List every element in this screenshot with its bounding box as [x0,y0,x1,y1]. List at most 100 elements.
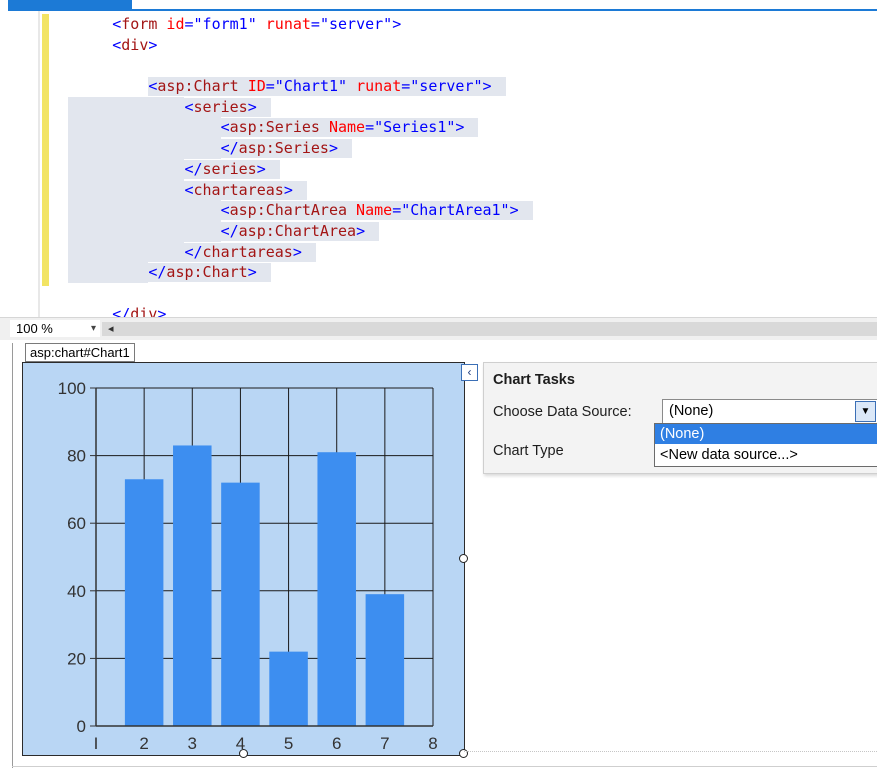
code-line[interactable]: <div> [0,35,877,56]
code-token: "Chart1" [274,77,348,96]
code-line[interactable]: <asp:Chart ID="Chart1" runat="server"> [0,76,877,97]
design-surface[interactable]: asp:chart#Chart1 I 2 3 4 5 6 7 8 0 20 40 60 80 100 ‹ … [0,340,877,773]
code-token: < [112,35,122,54]
selection-margin [68,117,221,139]
chevron-down-icon: ▼ [860,406,871,417]
horizontal-scrollbar[interactable]: ◂ [102,322,877,336]
zoom-value: 100 % [16,321,53,336]
code-line[interactable]: <asp:Series Name="Series1"> [0,117,877,139]
code-token: asp:ChartArea [238,221,357,240]
data-source-dropdown-list: (None) <New data source...> [654,423,877,467]
bar [365,594,405,726]
x-tick-label: 3 [188,734,197,753]
code-line[interactable]: <form id="form1" runat="server"> [0,14,877,35]
code-text: <chartareas> [184,180,307,200]
code-token: = [401,77,411,96]
option-none[interactable]: (None) [655,424,877,444]
control-tag[interactable]: asp:chart#Chart1 [25,343,135,362]
code-token: > [356,221,366,240]
code-line[interactable]: </chartareas> [0,241,877,263]
code-lines[interactable]: <form id="form1" runat="server"> <div> <as… [0,14,877,317]
zoom-bar: 100 % ▾ ◂ [0,317,877,340]
code-token: Name [347,201,393,220]
resize-handle-bottom[interactable] [239,749,248,758]
document-tab[interactable] [8,0,132,9]
code-token: asp:Series [238,139,329,158]
code-token: </ [220,139,239,158]
code-line[interactable]: </asp:ChartArea> [0,220,877,242]
bar [173,445,212,726]
code-text: </div> [112,305,180,317]
y-tick-label: 80 [67,447,86,466]
code-token: > [509,201,519,220]
code-token: div [121,35,149,54]
zoom-select[interactable]: 100 % ▾ [10,320,100,337]
code-text: </asp:ChartArea> [220,221,380,241]
code-line[interactable] [0,55,877,76]
data-source-label: Choose Data Source: [493,404,632,420]
code-token: > [247,263,257,282]
code-token: < [220,118,230,137]
code-text: <asp:Series Name="Series1"> [220,118,479,138]
code-token: series [193,97,248,116]
code-line[interactable]: </asp:Series> [0,138,877,159]
code-text: <form id="form1" runat="server"> [112,15,415,34]
chart-type-label: Chart Type [493,443,564,459]
selection-margin [68,241,185,263]
resize-handle-right[interactable] [459,554,468,563]
code-line[interactable]: <series> [0,96,877,118]
code-text: </asp:Series> [220,139,352,159]
code-line[interactable]: <asp:ChartArea Name="ChartArea1"> [0,200,877,221]
y-tick-label: 40 [67,582,86,601]
x-tick-label: 8 [428,734,437,753]
code-token: > [392,15,402,33]
code-token: series [202,159,257,178]
code-token: < [184,97,194,116]
y-tick-label: 100 [58,379,86,398]
code-text: </chartareas> [184,242,316,262]
data-source-select[interactable]: (None) ▼ [662,399,877,424]
code-token: = [310,15,320,33]
code-editor[interactable]: <form id="form1" runat="server"> <div> <as… [0,0,877,317]
code-token: < [184,180,194,199]
code-token: </ [184,242,203,261]
code-line[interactable] [0,283,877,304]
code-token: = [184,15,194,33]
code-token: runat [347,77,402,96]
code-token: ID [238,77,266,96]
code-token: form [121,15,158,33]
selection-margin [68,138,221,159]
ruler-line [12,343,13,768]
code-token: </ [184,159,203,178]
code-line[interactable]: </div> [0,304,877,317]
bar [124,479,164,726]
code-token: "Series1" [374,118,456,137]
x-tick-label: 2 [139,734,148,753]
scroll-left-icon[interactable]: ◂ [108,322,114,336]
x-tick-label: 6 [332,734,341,753]
code-text: <asp:Chart ID="Chart1" runat="server"> [148,77,506,97]
code-token: asp:Chart [157,77,239,96]
code-line[interactable]: </series> [0,158,877,180]
option-new-data-source[interactable]: <New data source...> [655,445,877,465]
code-token: chartareas [202,242,293,261]
bar-chart: I 2 3 4 5 6 7 8020406080100 [23,363,464,755]
code-line[interactable]: </asp:Chart> [0,262,877,283]
code-token: asp:Chart [166,263,248,282]
code-text: <asp:ChartArea Name="ChartArea1"> [220,201,533,221]
code-token: </ [148,263,167,282]
selection-margin [68,220,221,242]
code-token: chartareas [193,180,284,199]
code-text: <series> [184,97,271,117]
chart-control[interactable]: I 2 3 4 5 6 7 8 0 20 40 60 80 100 [22,362,465,756]
chevron-down-icon[interactable]: ▾ [91,320,96,337]
chevron-left-icon: ‹ [467,365,472,379]
code-token: "server" [319,15,393,33]
dropdown-arrow-button[interactable]: ▼ [855,401,876,422]
y-tick-label: 20 [67,649,86,668]
code-token: > [157,304,167,317]
y-tick-label: 60 [67,514,86,533]
selection-margin [68,158,185,180]
code-line[interactable]: <chartareas> [0,179,877,201]
smart-tag-button[interactable]: ‹ [461,364,478,381]
